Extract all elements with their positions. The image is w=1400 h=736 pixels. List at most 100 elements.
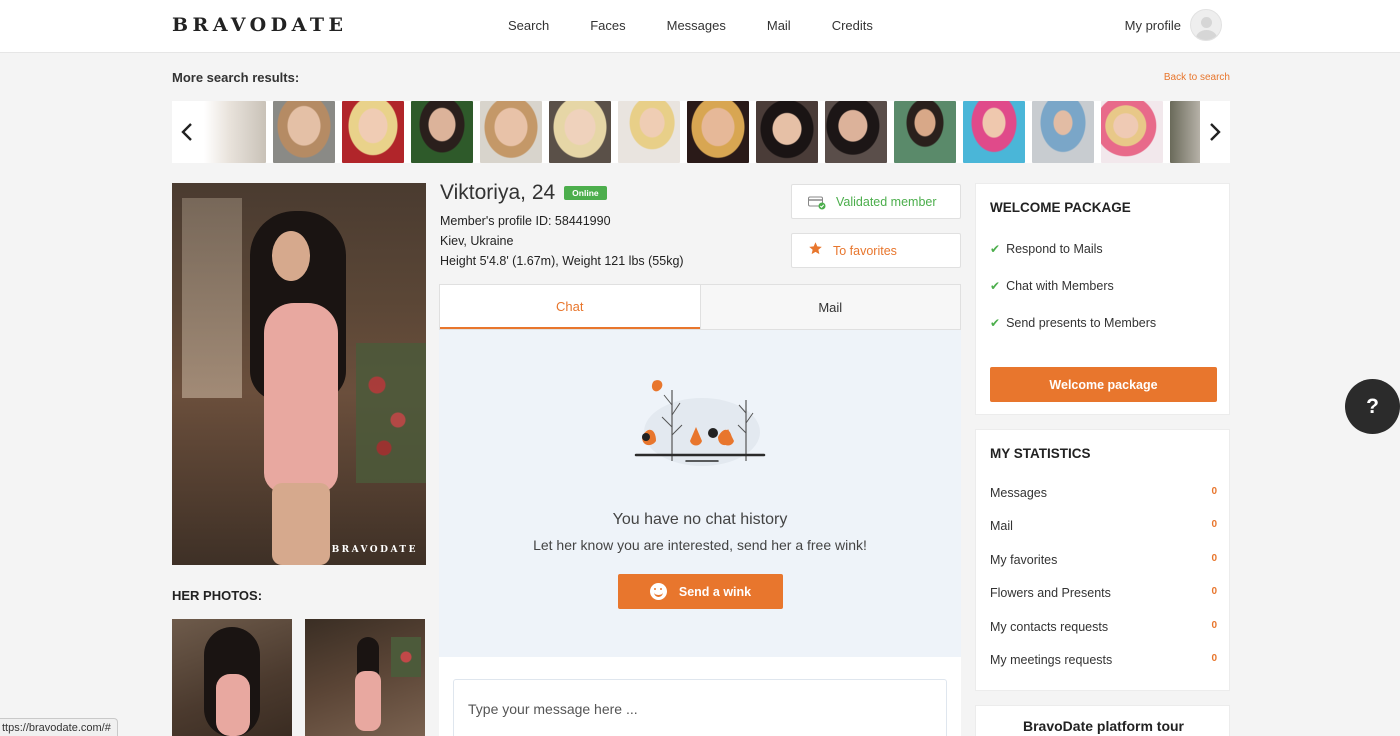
empty-chat-illustration: [634, 380, 766, 466]
more-results-label: More search results:: [172, 70, 300, 85]
stat-row-meetings[interactable]: My meetings requests 0: [990, 653, 1217, 667]
validated-member-label: Validated member: [836, 194, 937, 209]
validated-card-icon: [808, 196, 826, 209]
checkmark-icon: ✔: [990, 279, 1001, 293]
checkmark-icon: ✔: [990, 316, 1001, 330]
gallery-photo[interactable]: [305, 619, 425, 736]
my-statistics-panel: MY STATISTICS Messages 0 Mail 0 My favor…: [975, 429, 1230, 691]
welcome-item-label: Send presents to Members: [1006, 316, 1157, 330]
profile-id: Member's profile ID: 58441990: [440, 214, 611, 228]
stat-value: 0: [1211, 553, 1217, 564]
nav-messages[interactable]: Messages: [667, 18, 726, 33]
stat-row-flowers[interactable]: Flowers and Presents 0: [990, 586, 1217, 600]
star-icon: [808, 241, 823, 261]
nav-faces[interactable]: Faces: [590, 18, 625, 33]
welcome-package-button[interactable]: Welcome package: [990, 367, 1217, 402]
validated-member-button[interactable]: Validated member: [791, 184, 961, 219]
stat-row-favorites[interactable]: My favorites 0: [990, 553, 1217, 567]
welcome-package-panel: WELCOME PACKAGE ✔ Respond to Mails ✔ Cha…: [975, 183, 1230, 415]
avatar[interactable]: [1190, 9, 1222, 41]
welcome-item: ✔ Respond to Mails: [990, 242, 1103, 256]
result-thumbnail[interactable]: [963, 101, 1025, 163]
photo-legs: [272, 483, 330, 565]
result-thumbnail[interactable]: [411, 101, 473, 163]
result-thumbnail[interactable]: [687, 101, 749, 163]
stat-row-mail[interactable]: Mail 0: [990, 519, 1217, 533]
back-to-search-link[interactable]: Back to search: [1164, 72, 1230, 83]
profile-physique: Height 5'4.8' (1.67m), Weight 121 lbs (5…: [440, 254, 684, 268]
stat-label: Mail: [990, 519, 1013, 533]
result-thumbnail[interactable]: [549, 101, 611, 163]
bravodate-logo[interactable]: BRAVODATE: [172, 14, 347, 36]
chat-history-area: You have no chat history Let her know yo…: [439, 330, 961, 657]
profile-location: Kiev, Ukraine: [440, 234, 514, 248]
welcome-package-title: WELCOME PACKAGE: [990, 200, 1131, 215]
photo-background: [182, 198, 242, 398]
platform-tour-title: BravoDate platform tour: [1022, 718, 1185, 734]
welcome-item-label: Respond to Mails: [1006, 242, 1103, 256]
message-compose-area: [439, 657, 961, 736]
my-statistics-title: MY STATISTICS: [990, 446, 1091, 461]
my-profile-menu[interactable]: My profile: [1125, 9, 1222, 41]
chevron-right-icon[interactable]: [1200, 101, 1230, 163]
welcome-item: ✔ Send presents to Members: [990, 316, 1156, 330]
chevron-left-icon[interactable]: [172, 101, 202, 163]
her-photos-heading: HER PHOTOS:: [172, 588, 263, 603]
stat-value: 0: [1211, 519, 1217, 530]
message-input[interactable]: [453, 679, 947, 736]
online-badge: Online: [564, 186, 607, 200]
chat-mail-tabs: Chat Mail: [439, 284, 961, 330]
result-thumbnails: [202, 101, 1200, 163]
help-button[interactable]: ?: [1345, 379, 1400, 434]
welcome-item-label: Chat with Members: [1006, 279, 1114, 293]
result-thumbnail[interactable]: [273, 101, 335, 163]
stat-label: My meetings requests: [990, 653, 1113, 667]
tab-mail[interactable]: Mail: [699, 285, 960, 329]
my-profile-label[interactable]: My profile: [1125, 18, 1181, 33]
stat-label: My favorites: [990, 553, 1058, 567]
stat-value: 0: [1211, 586, 1217, 597]
stat-row-contacts[interactable]: My contacts requests 0: [990, 620, 1217, 634]
tab-chat[interactable]: Chat: [440, 285, 700, 329]
gallery-photo[interactable]: [172, 619, 292, 736]
result-thumbnail[interactable]: [825, 101, 887, 163]
photo-dress: [264, 303, 338, 493]
nav-mail[interactable]: Mail: [767, 18, 791, 33]
nav-credits[interactable]: Credits: [832, 18, 873, 33]
no-chat-history-title: You have no chat history: [612, 511, 788, 528]
stat-value: 0: [1211, 653, 1217, 664]
welcome-item: ✔ Chat with Members: [990, 279, 1114, 293]
to-favorites-label: To favorites: [833, 243, 897, 258]
main-profile-photo[interactable]: BRAVODATE: [172, 183, 426, 565]
result-thumbnail[interactable]: [894, 101, 956, 163]
result-thumbnail[interactable]: [1032, 101, 1094, 163]
top-navigation-bar: BRAVODATE Search Faces Messages Mail Cre…: [0, 0, 1400, 53]
send-wink-button[interactable]: Send a wink: [618, 574, 783, 609]
stat-label: My contacts requests: [990, 620, 1109, 634]
result-thumbnail[interactable]: [1170, 101, 1200, 163]
send-wink-label: Send a wink: [678, 584, 752, 599]
photo-watermark: BRAVODATE: [331, 545, 418, 555]
result-thumbnail[interactable]: [618, 101, 680, 163]
result-thumbnail[interactable]: [204, 101, 266, 163]
photo-flowers: [356, 343, 426, 483]
search-results-carousel: [172, 101, 1230, 163]
stat-label: Flowers and Presents: [990, 586, 1111, 600]
profile-name-row: Viktoriya, 24 Online: [440, 181, 607, 205]
result-thumbnail[interactable]: [756, 101, 818, 163]
result-thumbnail[interactable]: [342, 101, 404, 163]
browser-status-url: ttps://bravodate.com/#: [0, 718, 118, 736]
result-thumbnail[interactable]: [1101, 101, 1163, 163]
checkmark-icon: ✔: [990, 242, 1001, 256]
main-nav: Search Faces Messages Mail Credits: [508, 18, 914, 33]
platform-tour-panel[interactable]: BravoDate platform tour: [975, 705, 1230, 736]
result-thumbnail[interactable]: [480, 101, 542, 163]
to-favorites-button[interactable]: To favorites: [791, 233, 961, 268]
stat-value: 0: [1211, 620, 1217, 631]
profile-name: Viktoriya, 24: [440, 181, 556, 204]
smile-icon: [649, 583, 667, 600]
stat-row-messages[interactable]: Messages 0: [990, 486, 1217, 500]
stat-value: 0: [1211, 486, 1217, 497]
nav-search[interactable]: Search: [508, 18, 549, 33]
stat-label: Messages: [990, 486, 1047, 500]
